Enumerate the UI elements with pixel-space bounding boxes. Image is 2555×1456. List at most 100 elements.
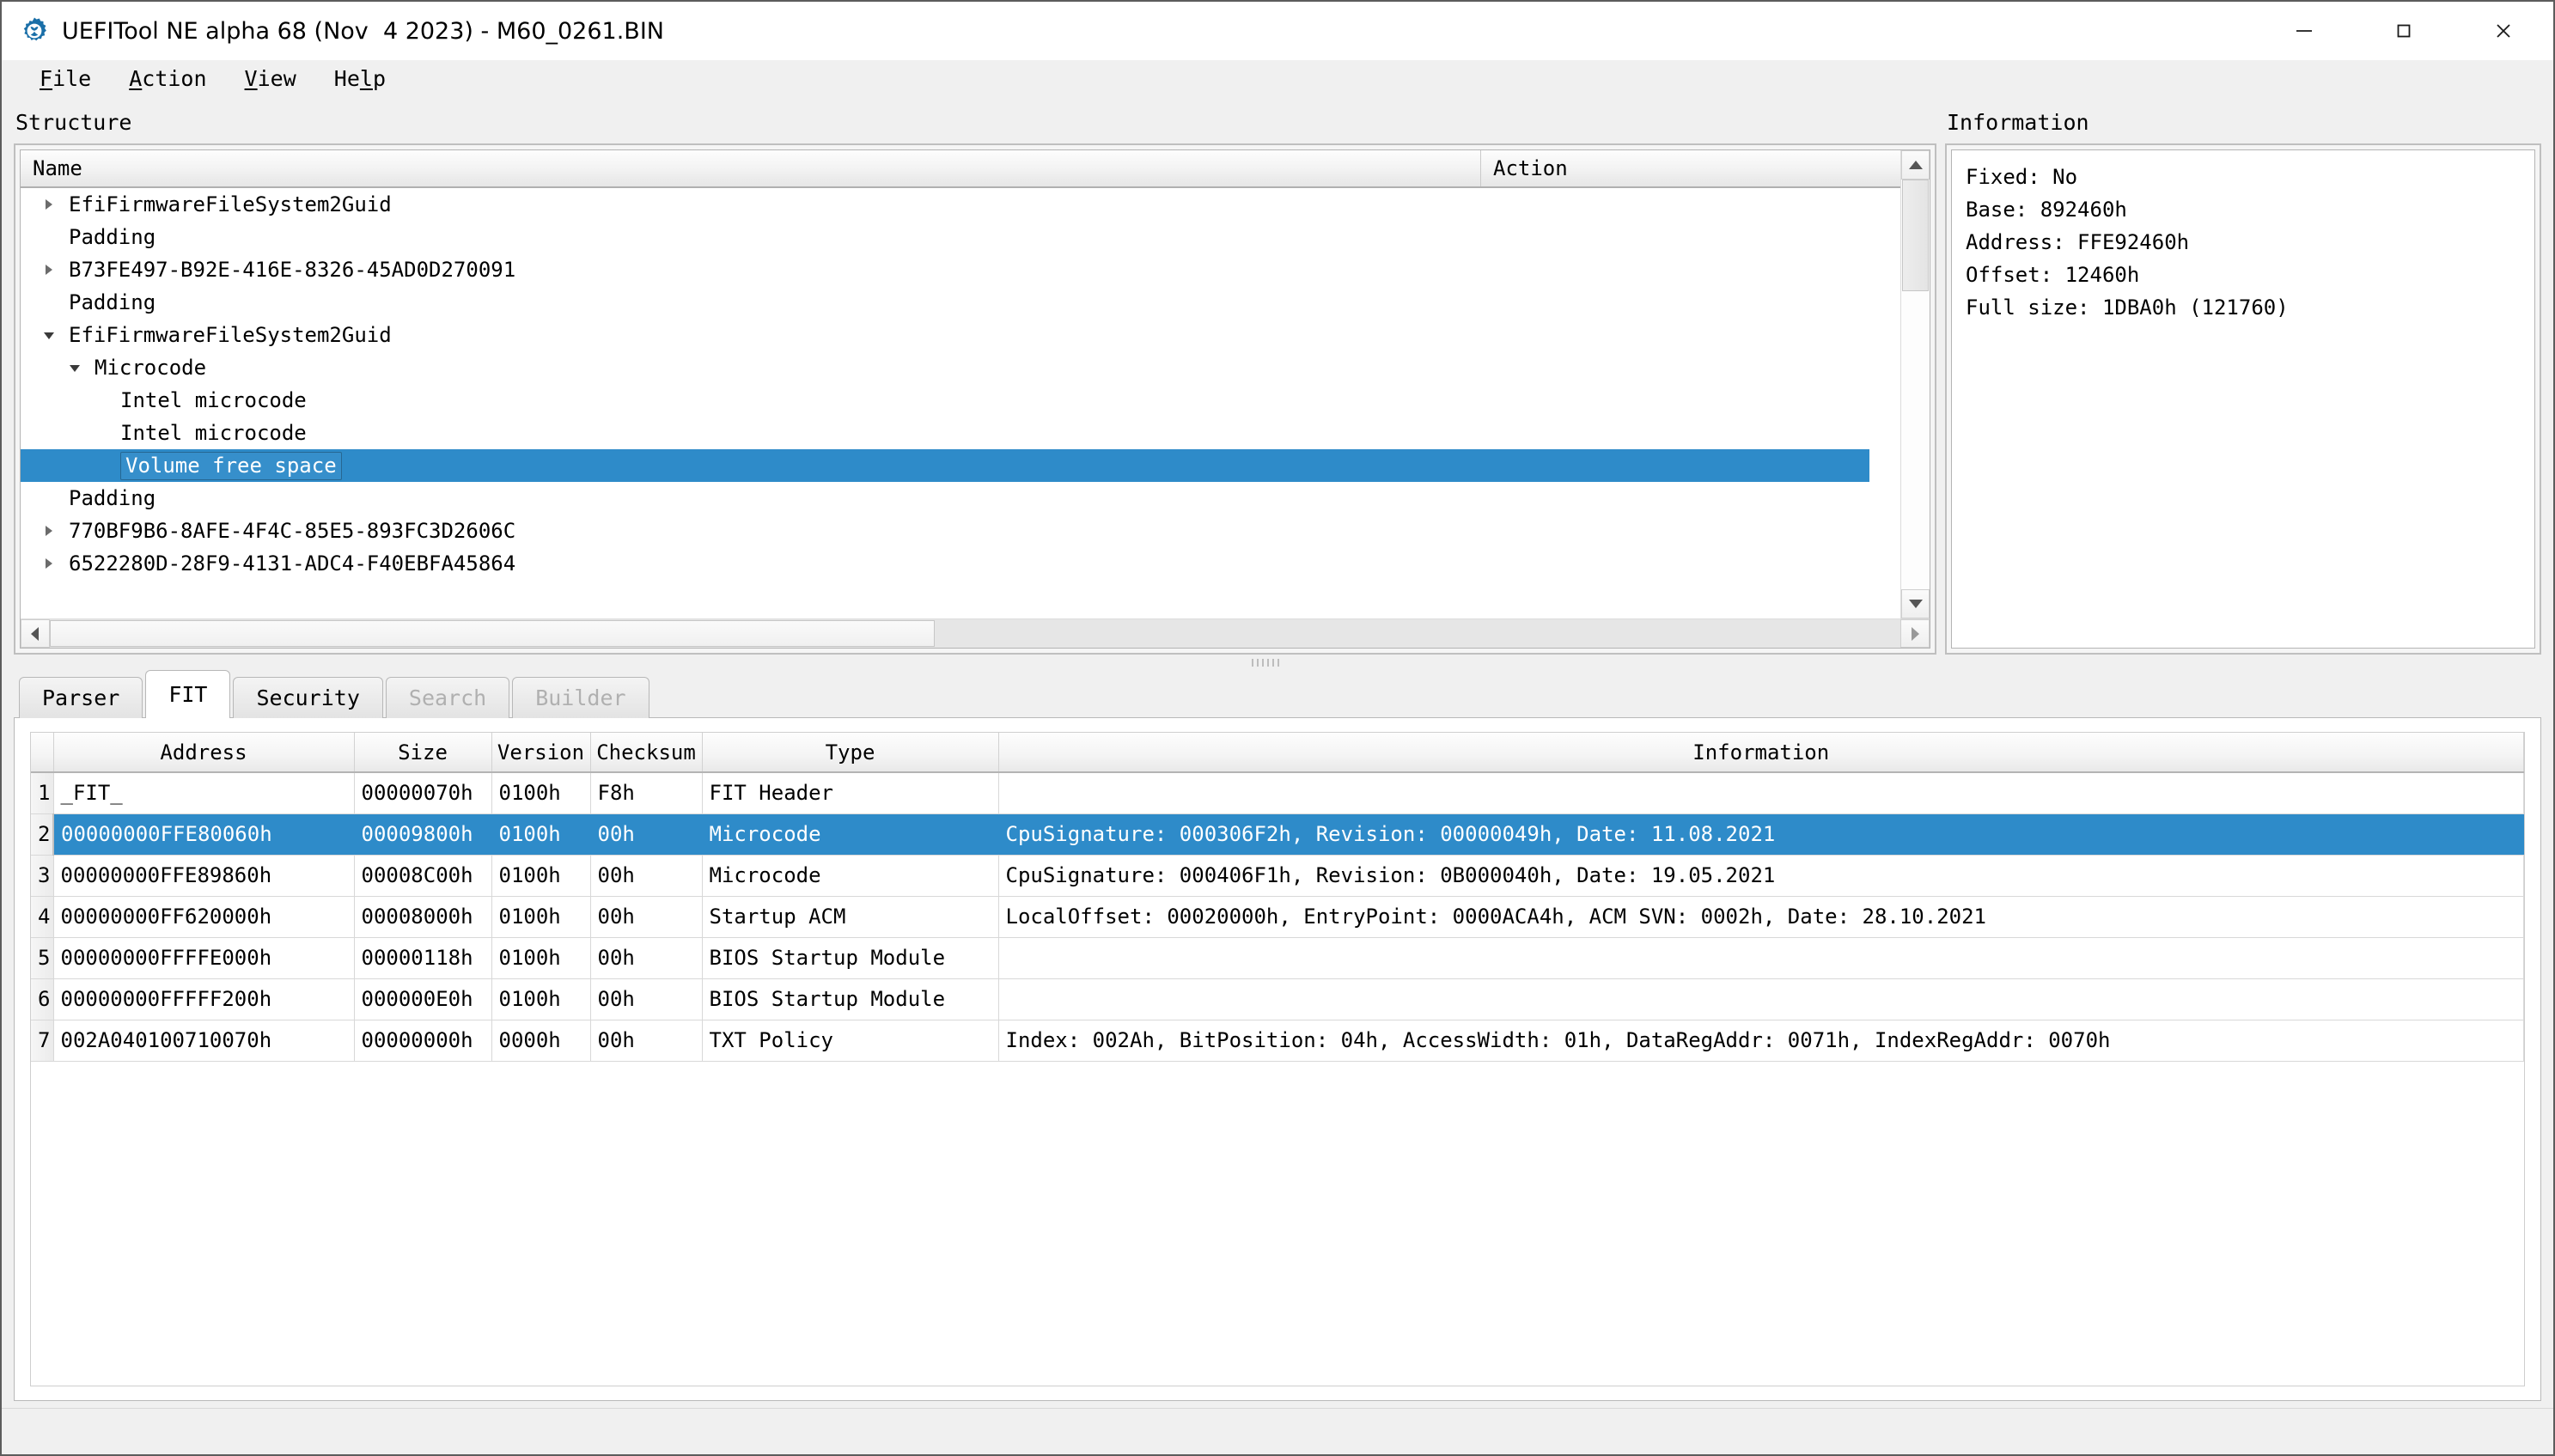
fit-table-row[interactable]: 7 002A040100710070h 00000000h 0000h 00h TXT P… xyxy=(31,1020,2524,1062)
tree-row[interactable]: B73FE497-B92E-416E-8326-45AD0D270091 xyxy=(21,253,1900,286)
fit-cell-address[interactable]: 00000000FFE89860h xyxy=(53,855,355,897)
fit-header-size[interactable]: Size xyxy=(354,733,492,773)
fit-cell-version[interactable]: 0100h xyxy=(491,896,591,938)
tab-parser[interactable]: Parser xyxy=(19,677,143,718)
horizontal-scroll-thumb[interactable] xyxy=(50,620,935,647)
fit-cell-version[interactable]: 0100h xyxy=(491,978,591,1020)
fit-cell-checksum[interactable]: 00h xyxy=(590,813,703,856)
fit-cell-type[interactable]: TXT Policy xyxy=(702,1020,999,1062)
tree-row[interactable]: 770BF9B6-8AFE-4F4C-85E5-893FC3D2606C xyxy=(21,515,1900,547)
tab-security[interactable]: Security xyxy=(233,677,383,718)
chevron-right-icon[interactable] xyxy=(38,552,60,575)
fit-cell-information[interactable]: LocalOffset: 00020000h, EntryPoint: 0000… xyxy=(998,896,2524,938)
horizontal-scroll-track[interactable] xyxy=(50,619,1900,648)
fit-header-checksum[interactable]: Checksum xyxy=(590,733,703,773)
fit-cell-checksum[interactable]: F8h xyxy=(590,772,703,814)
fit-table-row[interactable]: 6 00000000FFFFF200h 000000E0h 0100h 00h BIOS … xyxy=(31,978,2524,1020)
fit-header-version[interactable]: Version xyxy=(491,733,591,773)
fit-cell-information[interactable] xyxy=(998,937,2524,979)
fit-row-number[interactable]: 3 xyxy=(31,855,54,897)
fit-row-number[interactable]: 5 xyxy=(31,937,54,979)
vertical-scroll-track[interactable] xyxy=(1901,180,1930,589)
menu-help[interactable]: Help xyxy=(315,65,405,92)
fit-cell-size[interactable]: 00000070h xyxy=(354,772,492,814)
fit-cell-type[interactable]: FIT Header xyxy=(702,772,999,814)
vertical-scroll-thumb[interactable] xyxy=(1902,180,1929,291)
chevron-down-icon[interactable] xyxy=(38,324,60,346)
fit-header-information[interactable]: Information xyxy=(998,733,2524,773)
tree-row[interactable]: Padding xyxy=(21,482,1900,515)
structure-tree[interactable]: Name Action EfiFirmwareFileSystem2Guid Pa… xyxy=(20,149,1930,649)
fit-cell-address[interactable]: _FIT_ xyxy=(53,772,355,814)
fit-cell-information[interactable] xyxy=(998,978,2524,1020)
scroll-right-arrow-icon[interactable] xyxy=(1900,619,1930,648)
menu-action[interactable]: Action xyxy=(110,65,225,92)
fit-cell-checksum[interactable]: 00h xyxy=(590,978,703,1020)
fit-cell-type[interactable]: BIOS Startup Module xyxy=(702,978,999,1020)
fit-table-row[interactable]: 5 00000000FFFFE000h 00000118h 0100h 00h BIOS … xyxy=(31,937,2524,979)
fit-cell-checksum[interactable]: 00h xyxy=(590,855,703,897)
fit-table-row[interactable]: 3 00000000FFE89860h 00008C00h 0100h 00h Micro… xyxy=(31,855,2524,897)
menu-file[interactable]: File xyxy=(21,65,110,92)
fit-cell-size[interactable]: 00008C00h xyxy=(354,855,492,897)
tab-fit[interactable]: FIT xyxy=(145,670,231,718)
fit-cell-version[interactable]: 0100h xyxy=(491,937,591,979)
tree-row[interactable]: Intel microcode xyxy=(21,417,1900,449)
fit-cell-address[interactable]: 00000000FFFFE000h xyxy=(53,937,355,979)
tree-row[interactable]: Intel microcode xyxy=(21,384,1900,417)
fit-table-row[interactable]: 2 00000000FFE80060h 00009800h 0100h 00h Micro… xyxy=(31,813,2524,856)
tree-row[interactable]: Padding xyxy=(21,221,1900,253)
tree-row[interactable]: EfiFirmwareFileSystem2Guid xyxy=(21,319,1900,351)
minimize-button[interactable] xyxy=(2254,2,2354,60)
fit-row-number[interactable]: 7 xyxy=(31,1020,54,1062)
fit-cell-type[interactable]: Microcode xyxy=(702,855,999,897)
fit-cell-checksum[interactable]: 00h xyxy=(590,896,703,938)
fit-cell-size[interactable]: 00009800h xyxy=(354,813,492,856)
fit-header-type[interactable]: Type xyxy=(702,733,999,773)
fit-cell-version[interactable]: 0100h xyxy=(491,813,591,856)
fit-cell-address[interactable]: 002A040100710070h xyxy=(53,1020,355,1062)
fit-cell-size[interactable]: 00008000h xyxy=(354,896,492,938)
fit-row-number[interactable]: 6 xyxy=(31,978,54,1020)
tree-row[interactable]: EfiFirmwareFileSystem2Guid xyxy=(21,188,1900,221)
tree-row[interactable]: Volume free space xyxy=(21,449,1869,482)
tree-row[interactable]: Microcode xyxy=(21,351,1900,384)
fit-cell-size[interactable]: 00000118h xyxy=(354,937,492,979)
fit-cell-version[interactable]: 0100h xyxy=(491,772,591,814)
fit-cell-information[interactable] xyxy=(998,772,2524,814)
tree-row[interactable]: Padding xyxy=(21,286,1900,319)
fit-cell-address[interactable]: 00000000FF620000h xyxy=(53,896,355,938)
fit-row-number[interactable]: 2 xyxy=(31,813,54,856)
chevron-right-icon[interactable] xyxy=(38,193,60,216)
fit-cell-information[interactable]: CpuSignature: 000406F1h, Revision: 0B000… xyxy=(998,855,2524,897)
fit-cell-size[interactable]: 000000E0h xyxy=(354,978,492,1020)
fit-cell-checksum[interactable]: 00h xyxy=(590,1020,703,1062)
fit-cell-information[interactable]: Index: 002Ah, BitPosition: 04h, AccessWi… xyxy=(998,1020,2524,1062)
tree-horizontal-scrollbar[interactable] xyxy=(21,618,1930,648)
fit-cell-checksum[interactable]: 00h xyxy=(590,937,703,979)
scroll-up-arrow-icon[interactable] xyxy=(1901,150,1930,180)
column-header-action[interactable]: Action xyxy=(1481,150,1900,186)
column-header-name[interactable]: Name xyxy=(21,150,1481,186)
fit-cell-size[interactable]: 00000000h xyxy=(354,1020,492,1062)
chevron-right-icon[interactable] xyxy=(38,259,60,281)
close-button[interactable] xyxy=(2454,2,2553,60)
chevron-right-icon[interactable] xyxy=(38,520,60,542)
fit-header-address[interactable]: Address xyxy=(53,733,355,773)
fit-cell-address[interactable]: 00000000FFFFF200h xyxy=(53,978,355,1020)
scroll-down-arrow-icon[interactable] xyxy=(1901,589,1930,618)
fit-cell-type[interactable]: Startup ACM xyxy=(702,896,999,938)
fit-cell-address[interactable]: 00000000FFE80060h xyxy=(53,813,355,856)
menu-view[interactable]: View xyxy=(226,65,315,92)
pane-splitter[interactable] xyxy=(2,655,2553,670)
fit-cell-information[interactable]: CpuSignature: 000306F2h, Revision: 00000… xyxy=(998,813,2524,856)
fit-row-number[interactable]: 1 xyxy=(31,772,54,814)
maximize-button[interactable] xyxy=(2354,2,2454,60)
tree-row[interactable]: 6522280D-28F9-4131-ADC4-F40EBFA45864 xyxy=(21,547,1900,580)
chevron-down-icon[interactable] xyxy=(64,356,86,379)
fit-cell-version[interactable]: 0100h xyxy=(491,855,591,897)
scroll-left-arrow-icon[interactable] xyxy=(21,619,50,648)
fit-cell-type[interactable]: Microcode xyxy=(702,813,999,856)
tree-vertical-scrollbar[interactable] xyxy=(1900,150,1930,618)
fit-table-row[interactable]: 1 _FIT_ 00000070h 0100h F8h FIT Header xyxy=(31,772,2524,814)
